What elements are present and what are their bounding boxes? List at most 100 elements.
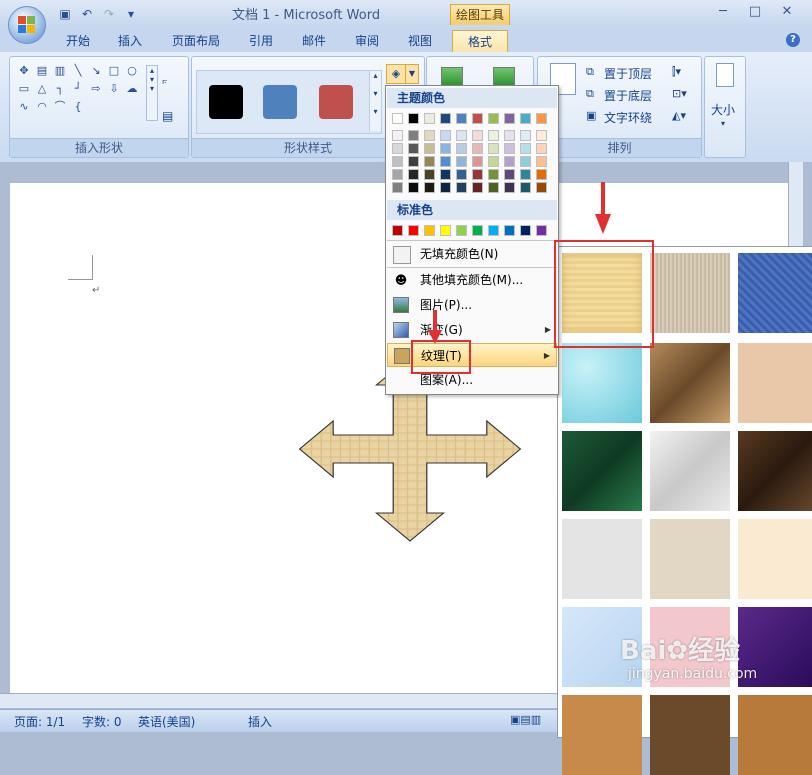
- theme-shade-cell[interactable]: [424, 156, 435, 167]
- shape-rounded-rect-icon[interactable]: ▭: [16, 81, 32, 97]
- theme-shade-cell[interactable]: [424, 169, 435, 180]
- theme-shade-cell[interactable]: [408, 182, 419, 193]
- shape-fill-dropdown[interactable]: ▼: [405, 64, 419, 84]
- texture-cork[interactable]: [562, 695, 642, 775]
- theme-shade-cell[interactable]: [472, 182, 483, 193]
- standard-color-cell[interactable]: [440, 225, 451, 236]
- shape-move-icon[interactable]: ✥: [16, 63, 32, 79]
- theme-shade-cell[interactable]: [392, 169, 403, 180]
- theme-color-cell[interactable]: [488, 113, 499, 124]
- close-button[interactable]: ✕: [774, 2, 800, 22]
- theme-shade-cell[interactable]: [456, 130, 467, 141]
- theme-shade-cell[interactable]: [536, 156, 547, 167]
- menu-gradient[interactable]: 渐变(G) ▶: [387, 318, 557, 342]
- theme-shade-cell[interactable]: [424, 182, 435, 193]
- texture-denim[interactable]: [738, 253, 812, 333]
- texture-recycled-paper[interactable]: [738, 519, 812, 599]
- shape-line-icon[interactable]: ╲: [70, 63, 86, 79]
- rotate-icon[interactable]: ◭▾: [672, 109, 686, 122]
- theme-shade-cell[interactable]: [408, 130, 419, 141]
- theme-shade-cell[interactable]: [456, 143, 467, 154]
- theme-color-cell[interactable]: [408, 113, 419, 124]
- texture-white-marble[interactable]: [650, 431, 730, 511]
- edit-points-icon[interactable]: ⟔: [162, 73, 168, 88]
- texture-walnut[interactable]: [650, 695, 730, 775]
- align-icon[interactable]: ⫿▾: [672, 65, 681, 79]
- tab-page-layout[interactable]: 页面布局: [172, 32, 220, 49]
- redo-icon[interactable]: ↷: [100, 5, 118, 23]
- shape-triangle-icon[interactable]: △: [34, 81, 50, 97]
- tab-references[interactable]: 引用: [249, 32, 273, 49]
- shadow-effects-icon[interactable]: [441, 67, 463, 87]
- standard-color-cell[interactable]: [456, 225, 467, 236]
- theme-shade-cell[interactable]: [408, 143, 419, 154]
- menu-picture[interactable]: 图片(P)...: [387, 293, 557, 317]
- standard-color-cell[interactable]: [424, 225, 435, 236]
- send-to-back[interactable]: 置于底层: [604, 87, 652, 104]
- horizontal-scrollbar[interactable]: [0, 693, 560, 708]
- tab-home[interactable]: 开始: [66, 32, 90, 49]
- standard-color-cell[interactable]: [408, 225, 419, 236]
- theme-shade-cell[interactable]: [440, 182, 451, 193]
- theme-color-cell[interactable]: [456, 113, 467, 124]
- theme-shade-cell[interactable]: [440, 156, 451, 167]
- tab-insert[interactable]: 插入: [118, 32, 142, 49]
- theme-shade-cell[interactable]: [536, 169, 547, 180]
- shape-arrow-line-icon[interactable]: ↘: [88, 63, 104, 79]
- shape-elbow2-icon[interactable]: ┘: [70, 81, 86, 97]
- size-dropdown-icon[interactable]: ▾: [721, 119, 725, 128]
- status-language[interactable]: 英语(美国): [138, 713, 195, 730]
- theme-shade-cell[interactable]: [488, 143, 499, 154]
- status-page[interactable]: 页面: 1/1: [14, 713, 65, 730]
- tab-format[interactable]: 格式: [452, 30, 508, 53]
- tab-view[interactable]: 视图: [408, 32, 432, 49]
- theme-shade-cell[interactable]: [472, 130, 483, 141]
- theme-shade-cell[interactable]: [392, 182, 403, 193]
- shape-right-arrow-icon[interactable]: ⇨: [88, 81, 104, 97]
- theme-shade-cell[interactable]: [536, 182, 547, 193]
- theme-shade-cell[interactable]: [456, 169, 467, 180]
- text-wrapping[interactable]: 文字环绕: [604, 109, 652, 126]
- texture-canvas[interactable]: [650, 253, 730, 333]
- group-icon[interactable]: ⊡▾: [672, 87, 687, 100]
- theme-color-cell[interactable]: [424, 113, 435, 124]
- shape-squiggle-icon[interactable]: ∿: [16, 99, 32, 115]
- theme-shade-cell[interactable]: [456, 182, 467, 193]
- texture-paper-bag[interactable]: [650, 343, 730, 423]
- theme-shade-cell[interactable]: [504, 169, 515, 180]
- shape-rect-icon[interactable]: □: [106, 63, 122, 79]
- shape-cloud-icon[interactable]: ☁: [124, 81, 140, 97]
- theme-color-cell[interactable]: [504, 113, 515, 124]
- theme-shade-cell[interactable]: [488, 169, 499, 180]
- theme-shade-cell[interactable]: [488, 182, 499, 193]
- theme-shade-cell[interactable]: [392, 130, 403, 141]
- theme-shade-cell[interactable]: [392, 156, 403, 167]
- shape-vtextbox-icon[interactable]: ▥: [52, 63, 68, 79]
- bring-to-front[interactable]: 置于顶层: [604, 65, 652, 82]
- menu-no-fill[interactable]: 无填充颜色(N): [387, 242, 557, 266]
- theme-shade-cell[interactable]: [440, 130, 451, 141]
- customize-qat-icon[interactable]: ▾: [122, 5, 140, 23]
- shape-arc2-icon[interactable]: ⌒: [52, 99, 68, 115]
- view-buttons[interactable]: ▣▤▥: [510, 713, 541, 726]
- size-button[interactable]: 大小: [711, 101, 735, 118]
- tab-review[interactable]: 审阅: [355, 32, 379, 49]
- theme-shade-cell[interactable]: [424, 143, 435, 154]
- undo-icon[interactable]: ↶: [78, 5, 96, 23]
- office-button[interactable]: [8, 6, 46, 44]
- standard-color-cell[interactable]: [392, 225, 403, 236]
- tab-mailings[interactable]: 邮件: [302, 32, 326, 49]
- minimize-button[interactable]: ─: [710, 2, 736, 22]
- maximize-button[interactable]: □: [742, 2, 768, 22]
- theme-shade-cell[interactable]: [504, 182, 515, 193]
- theme-shade-cell[interactable]: [472, 169, 483, 180]
- texture-brown-marble[interactable]: [738, 431, 812, 511]
- style-swatch-black[interactable]: [209, 85, 243, 119]
- style-swatch-blue[interactable]: [263, 85, 297, 119]
- texture-oak[interactable]: [738, 695, 812, 775]
- texture-fossil[interactable]: [738, 343, 812, 423]
- shape-fill-icon[interactable]: ◈: [386, 64, 406, 84]
- help-icon[interactable]: ?: [786, 33, 800, 47]
- 3d-effects-icon[interactable]: [493, 67, 515, 87]
- texture-green-marble[interactable]: [562, 431, 642, 511]
